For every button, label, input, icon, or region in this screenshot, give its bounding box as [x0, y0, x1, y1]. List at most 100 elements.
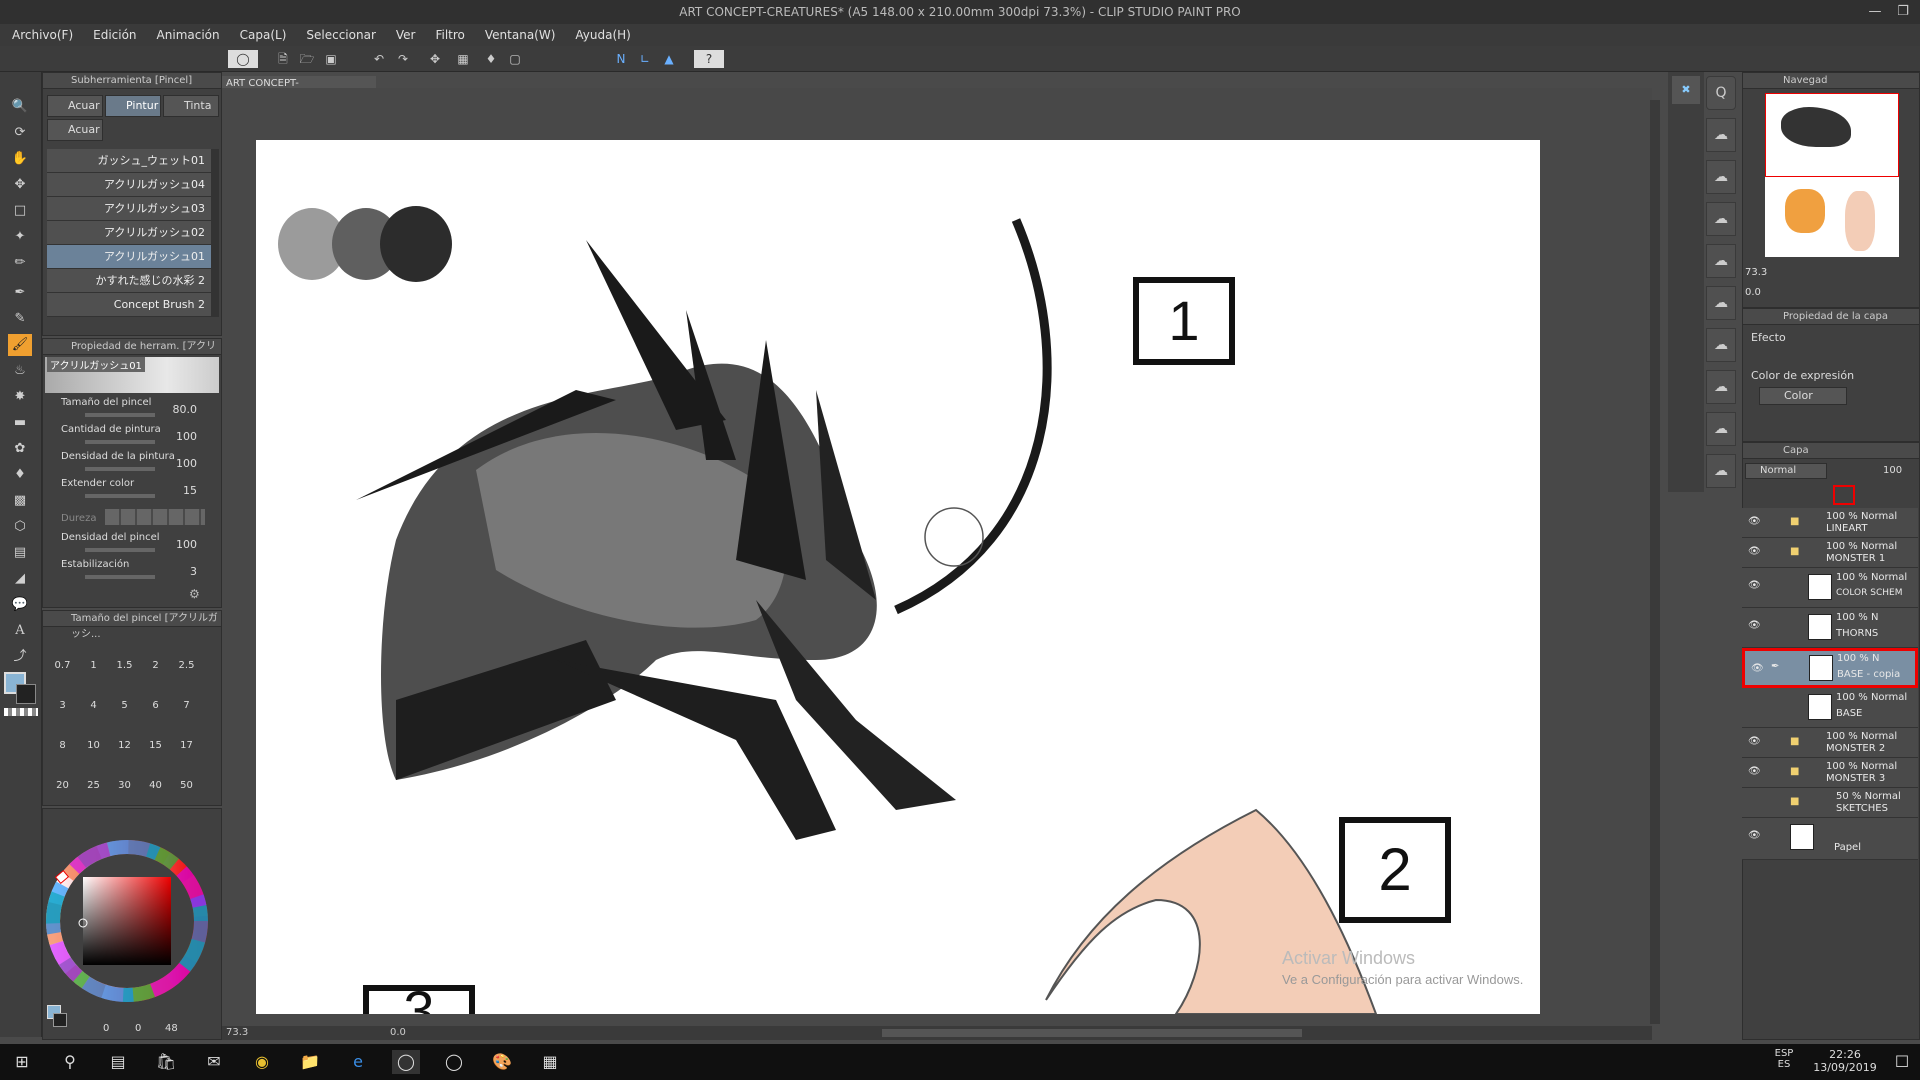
paint-app-icon[interactable]: 🎨: [488, 1050, 516, 1074]
eye-icon[interactable]: 👁: [1748, 766, 1761, 777]
file-explorer-icon[interactable]: 📁: [296, 1050, 324, 1074]
clip-studio-paint-taskbar-icon[interactable]: ◯: [440, 1050, 468, 1074]
size-preset[interactable]: 0.7: [47, 635, 78, 675]
brush-item[interactable]: アクリルガッシュ02: [47, 221, 211, 245]
layer-row[interactable]: 👁 ■ 100 % Normal MONSTER 3: [1742, 758, 1918, 788]
sub-color-mini[interactable]: [53, 1013, 67, 1027]
layer-row[interactable]: 👁 100 % Normal COLOR SCHEM: [1742, 568, 1918, 608]
menu-filtro[interactable]: Filtro: [435, 28, 464, 42]
chrome-icon[interactable]: ◉: [248, 1050, 276, 1074]
material-icon[interactable]: ☁: [1706, 412, 1736, 446]
notification-icon[interactable]: ☐: [1888, 1050, 1916, 1074]
size-preset[interactable]: 2: [140, 635, 171, 675]
material-icon[interactable]: ☁: [1706, 286, 1736, 320]
restore-icon[interactable]: ❐: [1888, 0, 1918, 24]
prop-paint-amount[interactable]: Cantidad de pintura 100: [49, 424, 217, 451]
prop-paint-density[interactable]: Densidad de la pintura 100: [49, 451, 217, 478]
size-preset[interactable]: 10: [78, 715, 109, 755]
snap-ruler-icon[interactable]: N: [610, 50, 632, 68]
subtool-tab-tinta[interactable]: Tinta: [163, 95, 219, 117]
transparent-color-icon[interactable]: [4, 708, 38, 716]
eye-icon[interactable]: 👁: [1748, 620, 1761, 631]
reference-layer-icon[interactable]: [1833, 485, 1855, 505]
sub-color-swatch[interactable]: [16, 684, 36, 704]
subtool-tab-acuarela-2[interactable]: Acuar: [47, 119, 103, 141]
layer-row[interactable]: ■ 50 % Normal SKETCHES: [1742, 788, 1918, 818]
canvas-area[interactable]: 1 2 3 Activar Windows Ve a Configuración…: [222, 88, 1652, 1026]
size-preset[interactable]: 1: [78, 635, 109, 675]
brush-item[interactable]: かすれた感じの水彩 2: [47, 269, 211, 293]
layer-row[interactable]: 100 % Normal BASE: [1742, 688, 1918, 728]
subtool-tab-acuarela[interactable]: Acuar: [47, 95, 103, 117]
size-preset[interactable]: 40: [140, 755, 171, 795]
selection-tool-icon[interactable]: □: [8, 200, 32, 222]
size-preset[interactable]: 15: [140, 715, 171, 755]
help-icon[interactable]: ?: [694, 50, 724, 68]
material-icon[interactable]: ☁: [1706, 370, 1736, 404]
horizontal-scrollbar[interactable]: [882, 1029, 1302, 1037]
menu-edicion[interactable]: Edición: [93, 28, 136, 42]
mail-icon[interactable]: ✉: [200, 1050, 228, 1074]
fill-icon[interactable]: ♦: [480, 50, 502, 68]
subtool-tab-pintura[interactable]: Pintur: [105, 95, 161, 117]
brush-item-selected[interactable]: アクリルガッシュ01: [47, 245, 211, 269]
prop-brush-density[interactable]: Densidad del pincel 100: [49, 532, 217, 559]
transform-icon[interactable]: ✥: [424, 50, 446, 68]
expression-color-select[interactable]: Color: [1759, 387, 1847, 405]
layer-row[interactable]: 👁 ■ 100 % Normal MONSTER 2: [1742, 728, 1918, 758]
layer-row[interactable]: 👁 100 % N THORNS: [1742, 608, 1918, 648]
windows-start-icon[interactable]: ⊞: [8, 1050, 36, 1074]
crop-icon[interactable]: ▢: [504, 50, 526, 68]
navigator-zoom[interactable]: 73.3: [1745, 267, 1767, 278]
menu-capa[interactable]: Capa(L): [240, 28, 287, 42]
material-icon[interactable]: ☁: [1706, 118, 1736, 152]
navigator-rotation[interactable]: 0.0: [1745, 287, 1761, 298]
material-icon[interactable]: ☁: [1706, 160, 1736, 194]
brush-list-scrollbar[interactable]: [211, 149, 219, 317]
open-file-icon[interactable]: 🗁: [296, 50, 318, 68]
eye-icon[interactable]: 👁: [1748, 516, 1761, 527]
size-preset[interactable]: 50: [171, 755, 202, 795]
menu-ver[interactable]: Ver: [396, 28, 416, 42]
correct-line-icon[interactable]: ⤴: [8, 646, 32, 668]
material-icon[interactable]: ☁: [1706, 244, 1736, 278]
size-preset[interactable]: 7: [171, 675, 202, 715]
vertical-scrollbar[interactable]: [1650, 100, 1660, 1024]
eyedropper-icon[interactable]: ✏: [8, 252, 32, 274]
layer-opacity[interactable]: 100: [1883, 465, 1902, 476]
blend-tool-icon[interactable]: ✿: [8, 438, 32, 460]
brush-item[interactable]: アクリルガッシュ04: [47, 173, 211, 197]
clock[interactable]: 22:26 13/09/2019: [1810, 1048, 1880, 1074]
size-preset[interactable]: 1.5: [109, 635, 140, 675]
canvas-page[interactable]: 1 2 3: [256, 140, 1540, 1014]
size-preset[interactable]: 6: [140, 675, 171, 715]
magic-wand-icon[interactable]: ✦: [8, 226, 32, 248]
text-tool-icon[interactable]: A: [8, 620, 32, 642]
undo-icon[interactable]: ↶: [368, 50, 390, 68]
store-icon[interactable]: 🛍: [152, 1050, 180, 1074]
size-preset[interactable]: 4: [78, 675, 109, 715]
settings-icon[interactable]: ⚙: [189, 587, 205, 603]
eye-icon[interactable]: 👁: [1748, 580, 1761, 591]
blend-mode-select[interactable]: Normal: [1745, 463, 1827, 479]
navigator-preview[interactable]: [1765, 93, 1899, 257]
pen-tool-icon[interactable]: ✒: [8, 282, 32, 304]
size-preset[interactable]: 5: [109, 675, 140, 715]
new-file-icon[interactable]: 🗎: [272, 50, 294, 68]
scale-icon[interactable]: ▦: [452, 50, 474, 68]
eye-icon[interactable]: 👁: [1748, 736, 1761, 747]
layer-row[interactable]: 👁 Papel: [1742, 818, 1918, 860]
size-preset[interactable]: 17: [171, 715, 202, 755]
menu-ventana[interactable]: Ventana(W): [485, 28, 556, 42]
brush-item[interactable]: ガッシュ_ウェット01: [47, 149, 211, 173]
decoration-icon[interactable]: ✸: [8, 386, 32, 408]
size-preset[interactable]: 25: [78, 755, 109, 795]
brush-item[interactable]: Concept Brush 2: [47, 293, 211, 317]
menu-archivo[interactable]: Archivo(F): [12, 28, 73, 42]
menu-animacion[interactable]: Animación: [157, 28, 220, 42]
ruler-tool-icon[interactable]: ◢: [8, 568, 32, 590]
clip-studio-icon[interactable]: ◯: [228, 50, 258, 68]
prop-stabilization[interactable]: Estabilización 3: [49, 559, 217, 586]
figure-tool-icon[interactable]: ⬡: [8, 516, 32, 538]
eye-icon[interactable]: 👁: [1748, 546, 1761, 557]
